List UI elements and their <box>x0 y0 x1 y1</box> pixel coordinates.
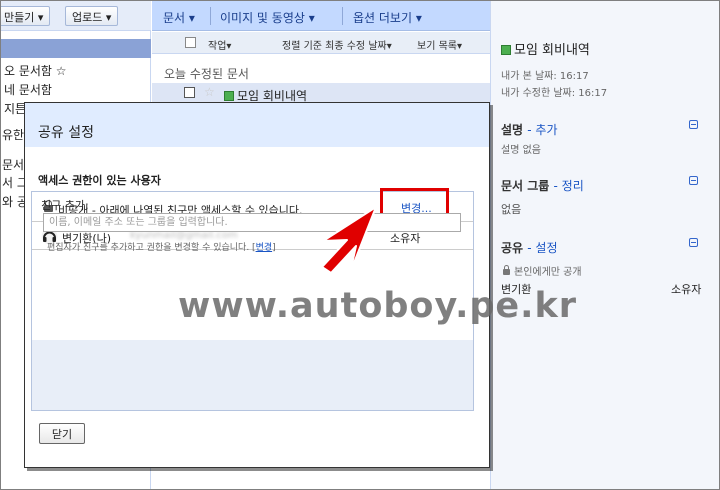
upload-button[interactable]: 업로드 ▾ <box>65 6 119 26</box>
description-empty: 설명 없음 <box>501 145 541 156</box>
today-group-label: 오늘 수정된 문서 <box>164 67 249 81</box>
menu-divider <box>342 7 343 25</box>
share-status: 본인에게만 공개 <box>503 263 582 278</box>
share-settings-dialog: 공유 설정 액세스 권한이 있는 사용자 비공개 - 아래에 나열된 친구만 액… <box>24 102 490 468</box>
details-pane: 모임 회비내역 내가 본 날짜: 16:17 내가 수정한 날짜: 16:17 … <box>490 1 719 489</box>
watermark: www.autoboy.pe.kr <box>178 286 577 326</box>
collapse-group-icon[interactable] <box>689 176 698 185</box>
group-organize-link[interactable]: - 정리 <box>554 179 584 193</box>
document-row[interactable]: ☆ 모임 회비내역 <box>152 83 490 103</box>
dialog-header <box>25 103 489 147</box>
share-status-text: 본인에게만 공개 <box>514 267 582 278</box>
dialog-title: 공유 설정 <box>38 125 94 141</box>
sidebar-item-5[interactable]: 문서 <box>2 156 24 173</box>
view-menu[interactable]: 보기 목록▾ <box>417 37 462 52</box>
sidebar-item-starred[interactable]: 오 문서함 ☆ <box>4 62 67 79</box>
sort-menu[interactable]: 정렬 기준 최종 수정 날짜▾ <box>282 37 392 52</box>
menu-images-video[interactable]: 이미지 및 동영상 ▾ <box>220 9 315 26</box>
menu-divider <box>210 7 211 25</box>
collapse-share-icon[interactable] <box>689 238 698 247</box>
annotation-arrow-icon <box>321 206 377 274</box>
details-title-text: 모임 회비내역 <box>514 43 590 58</box>
add-friend-label: 친구 추가: <box>41 199 89 212</box>
sidebar-item-4[interactable]: 유한 <box>2 126 24 143</box>
group-section-title: 문서 그룹 - 정리 <box>501 177 584 194</box>
last-viewed: 내가 본 날짜: 16:17 <box>501 71 589 82</box>
helper-text: 편집자가 친구를 추가하고 권한을 변경할 수 있습니다. [변경] <box>47 240 276 253</box>
row-title-text: 모임 회비내역 <box>237 89 308 103</box>
group-empty: 없음 <box>501 203 522 216</box>
sidebar-item-my-docs[interactable]: 네 문서함 <box>4 81 52 98</box>
share-section-title: 공유 - 설정 <box>501 239 558 256</box>
share-role: 소유자 <box>671 283 702 296</box>
app-window: 만들기 ▾ 업로드 ▾ 오 문서함 ☆ 네 문서함 지튼 유한 문서 서 그 와… <box>1 1 719 489</box>
access-section-title: 액세스 권한이 있는 사용자 <box>38 174 161 187</box>
main-menu-bar: 문서 ▾ 이미지 및 동영상 ▾ 옵션 더보기 ▾ <box>152 1 490 31</box>
spreadsheet-icon <box>501 45 511 55</box>
menu-documents[interactable]: 문서 ▾ <box>163 9 195 26</box>
lock-icon <box>503 265 510 275</box>
helper-text-close: ] <box>272 243 276 253</box>
row-star-icon[interactable]: ☆ <box>204 85 215 99</box>
helper-text-main: 편집자가 친구를 추가하고 권한을 변경할 수 있습니다. [ <box>47 243 256 253</box>
left-toolbar: 만들기 ▾ 업로드 ▾ <box>1 1 151 31</box>
spreadsheet-icon <box>224 91 234 101</box>
close-button[interactable]: 닫기 <box>39 423 85 444</box>
helper-change-link[interactable]: 변경 <box>256 243 273 253</box>
row-checkbox[interactable] <box>184 87 195 98</box>
menu-more-options[interactable]: 옵션 더보기 ▾ <box>353 9 422 26</box>
add-friend-section <box>32 340 473 410</box>
share-title: 공유 <box>501 241 524 255</box>
actions-menu[interactable]: 작업▾ <box>208 37 231 52</box>
description-add-link[interactable]: - 추가 <box>527 123 557 137</box>
description-section-title: 설명 - 추가 <box>501 121 558 138</box>
sidebar-selected-item[interactable] <box>1 39 151 58</box>
select-all-checkbox[interactable] <box>185 37 196 48</box>
last-modified: 내가 수정한 날짜: 16:17 <box>501 88 608 99</box>
share-settings-link[interactable]: - 설정 <box>527 241 557 255</box>
description-title: 설명 <box>501 123 524 137</box>
sidebar-item-3[interactable]: 지튼 <box>4 100 26 117</box>
collapse-description-icon[interactable] <box>689 120 698 129</box>
details-title: 모임 회비내역 <box>501 39 590 58</box>
list-toolbar: 작업▾ 정렬 기준 최종 수정 날짜▾ 보기 목록▾ <box>152 32 490 54</box>
new-button[interactable]: 만들기 ▾ <box>1 6 51 26</box>
group-title: 문서 그룹 <box>501 179 550 193</box>
